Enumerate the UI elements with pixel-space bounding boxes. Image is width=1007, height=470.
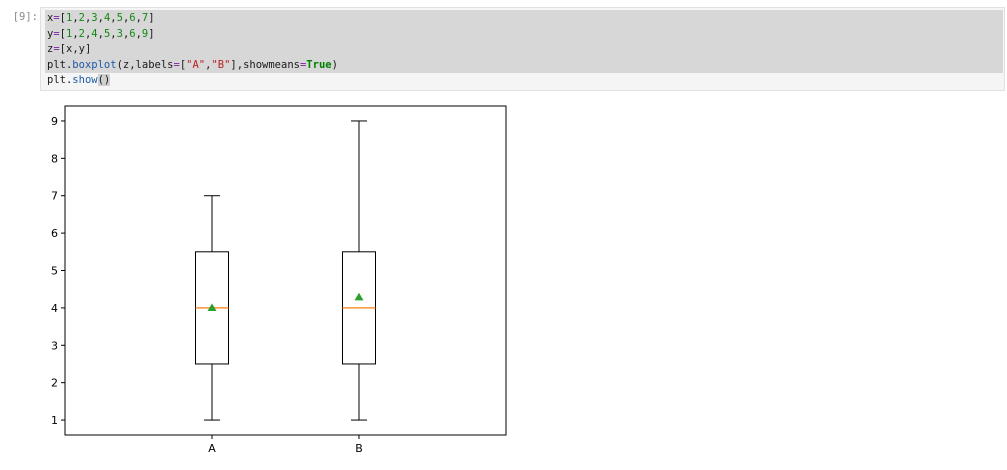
- cell-output: 1 2 3 4 5 6 7 8 9 A B: [40, 98, 580, 466]
- code-token: True: [306, 58, 332, 71]
- code-line-4: plt.boxplot(z,labels=["A","B"],showmeans…: [47, 58, 338, 74]
- boxplot-chart: 1 2 3 4 5 6 7 8 9 A B: [51, 105, 507, 455]
- code-line-3: z=[x,y]: [47, 42, 338, 58]
- code-token: "A": [186, 58, 206, 71]
- plot-frame: [64, 105, 507, 436]
- code-token: plt: [47, 58, 66, 71]
- code-token: ]: [148, 12, 155, 24]
- notebook-cell: [9]: x=[1,2,3,4,5,6,7] y=[1,2,4,5,3,6,9] z…: [0, 0, 1007, 466]
- mean-marker: [207, 303, 217, 312]
- code-token: ]: [148, 27, 155, 40]
- code-token: (): [97, 74, 111, 87]
- y-tick-label: 4: [51, 302, 58, 315]
- x-tick-label: B: [355, 442, 363, 455]
- code-token: "B": [211, 58, 231, 71]
- code-token: ): [331, 58, 338, 71]
- code-token: showmeans: [243, 58, 300, 71]
- code-token: show: [72, 74, 98, 87]
- code-editor[interactable]: x=[1,2,3,4,5,6,7] y=[1,2,4,5,3,6,9] z=[x,y…: [47, 11, 338, 89]
- mean-marker: [354, 292, 364, 301]
- y-tick-label: 1: [51, 414, 58, 427]
- y-tick-label: 6: [51, 227, 58, 240]
- y-tick-label: 8: [51, 152, 58, 165]
- y-tick-label: 3: [51, 339, 58, 352]
- y-tick-label: 5: [51, 265, 58, 278]
- code-token: ]: [84, 43, 92, 56]
- code-token: plt: [47, 74, 66, 87]
- code-token: boxplot: [72, 58, 117, 71]
- execution-count-prompt: [9]:: [12, 11, 38, 23]
- y-tick-label: 9: [51, 115, 58, 128]
- code-input-area[interactable]: x=[1,2,3,4,5,6,7] y=[1,2,4,5,3,6,9] z=[x,y…: [40, 7, 1005, 91]
- code-line-2: y=[1,2,4,5,3,6,9]: [47, 27, 338, 43]
- code-token: labels: [135, 58, 174, 71]
- y-tick-label: 7: [51, 190, 58, 203]
- x-tick-label: A: [208, 442, 216, 455]
- code-line-1: x=[1,2,3,4,5,6,7]: [47, 11, 338, 27]
- code-line-5: plt.show(): [47, 73, 338, 89]
- y-tick-label: 2: [51, 377, 58, 390]
